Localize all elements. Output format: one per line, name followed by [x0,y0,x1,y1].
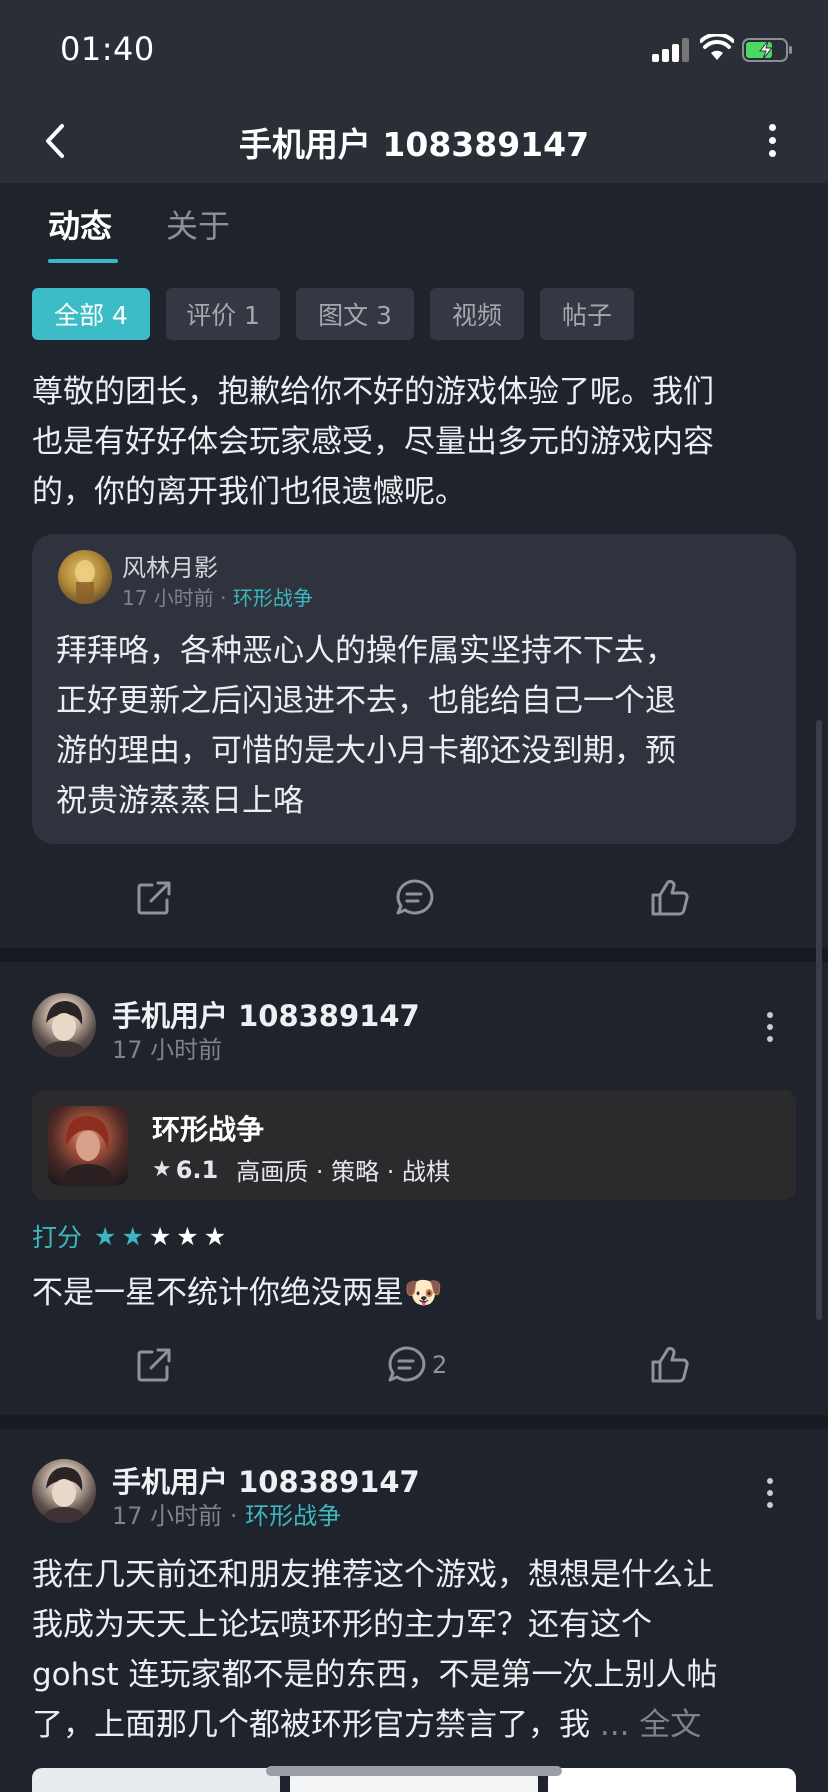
scrollbar[interactable] [816,720,822,1320]
text-line: 也是有好好体会玩家感受，尽量出多元的游戏内容 [32,424,714,460]
dog-emoji: 🐶 [404,1275,443,1311]
game-card[interactable]: 环形战争 ★ 6.1 高画质 · 策略 · 战棋 [32,1090,796,1200]
text-line: 了，上面那几个都被环形官方禁言了，我 [32,1707,590,1743]
post-reply-text: 尊敬的团长，抱歉给你不好的游戏体验了呢。我们 也是有好好体会玩家感受，尽量出多元… [32,367,812,517]
image-thumbnail[interactable] [548,1768,796,1792]
wifi-icon [700,34,734,60]
quote-author[interactable]: 风林月影 [122,548,218,583]
home-indicator [266,1766,562,1776]
filter-video[interactable]: 视频 [430,288,524,340]
comment-button[interactable] [392,873,436,923]
quote-text: 拜拜咯，各种恶心人的操作属实坚持不下去， 正好更新之后闪退进不去，也能给自己一个… [56,626,776,826]
post-author[interactable]: 手机用户 108389147 [112,993,420,1035]
filter-all[interactable]: 全部 4 [32,288,150,340]
rating-stars: ★ ★ ★ ★ ★ [94,1222,231,1251]
divider [0,1415,828,1429]
comment-button[interactable]: 2 [384,1340,447,1390]
rating-row: 打分 ★ ★ ★ ★ ★ [32,1218,231,1254]
star-icon: ★ [148,1221,172,1251]
star-icon: ★ [176,1221,199,1251]
text-line: 的，你的离开我们也很遗憾呢。 [32,474,466,510]
game-link[interactable]: 环形战争 [245,1502,341,1530]
post-text: 我在几天前还和朋友推荐这个游戏，想想是什么让 我成为天天上论坛喷环形的主力军？还… [32,1550,822,1750]
like-icon [651,1346,689,1383]
like-button[interactable] [648,1340,692,1390]
image-thumbnails [32,1760,796,1792]
tab-active-indicator [48,259,118,263]
quote-game-link[interactable]: 环形战争 [233,586,313,610]
game-info: ★ 6.1 高画质 · 策略 · 战棋 [152,1152,450,1187]
game-icon [48,1106,128,1186]
game-name: 环形战争 [152,1113,265,1146]
like-icon [651,879,689,916]
avatar[interactable] [32,993,96,1057]
star-icon: ★ [121,1221,144,1251]
post-meta: 17 小时前 · 环形战争 [112,1496,341,1531]
text-line: 拜拜咯，各种恶心人的操作属实坚持不下去， [56,633,676,669]
like-button[interactable] [648,873,692,923]
page-title: 手机用户 108389147 [238,125,590,164]
share-button[interactable] [132,873,176,923]
quote-time: 17 小时前 [122,586,214,610]
post2-actions: 2 [0,1340,828,1400]
status-bar: 01:40 [0,0,828,100]
star-icon: ★ [152,1157,172,1182]
image-thumbnail[interactable] [32,1768,280,1792]
comment-icon [388,1346,426,1382]
quote-meta: 17 小时前 · 环形战争 [122,582,313,611]
cellular-signal-icon [652,38,690,62]
nav-bar: 手机用户 108389147 [0,100,828,183]
text-line: 游的理由，可惜的是大小月卡都还没到期，预 [56,733,676,769]
share-icon [137,881,171,915]
text-line: gohst 连玩家都不是的东西，不是第一次上别人帖 [32,1657,718,1693]
tab-feed[interactable]: 动态 [48,201,112,247]
star-icon: ★ [94,1221,117,1251]
battery-charging-icon [742,38,792,62]
separator-dot: · [220,586,227,610]
text-line: 正好更新之后闪退进不去，也能给自己一个退 [56,683,676,719]
filter-posts[interactable]: 帖子 [540,288,634,340]
post-time: 17 小时前 [112,1036,223,1064]
filter-reviews[interactable]: 评价 1 [166,288,280,340]
divider [0,948,828,962]
post-time: 17 小时前 [112,1502,223,1530]
rating-label: 打分 [32,1223,83,1252]
header: 01:40 手机用户 108389147 [0,0,828,183]
text-line: 祝贵游蒸蒸日上咯 [56,783,304,819]
share-icon [137,1348,171,1382]
text-line: 我成为天天上论坛喷环形的主力军？还有这个 [32,1607,652,1643]
more-vertical-icon[interactable] [758,1008,782,1048]
tab-bar: 动态 关于 [0,183,828,273]
game-tags: 高画质 · 策略 · 战棋 [236,1158,451,1186]
filter-image-text[interactable]: 图文 3 [296,288,414,340]
post1-actions [0,873,828,933]
star-icon: ★ [203,1221,227,1251]
avatar[interactable] [32,1459,96,1523]
share-button[interactable] [132,1340,176,1390]
read-full-link[interactable]: ... 全文 [600,1707,701,1743]
comment-count: 2 [432,1351,448,1379]
game-score: 6.1 [175,1155,219,1184]
review-text: 不是一星不统计你绝没两星🐶 [32,1268,812,1318]
post-author[interactable]: 手机用户 108389147 [112,1459,420,1501]
review-text-content: 不是一星不统计你绝没两星 [32,1275,404,1311]
quoted-review-card[interactable]: 风林月影 17 小时前 · 环形战争 拜拜咯，各种恶心人的操作属实坚持不下去， … [32,534,796,844]
separator-dot: · [229,1502,238,1530]
tab-about[interactable]: 关于 [166,201,230,247]
more-vertical-icon[interactable] [760,120,784,160]
more-vertical-icon[interactable] [758,1474,782,1514]
status-time: 01:40 [60,30,155,68]
avatar[interactable] [58,550,112,604]
text-line: 我在几天前还和朋友推荐这个游戏，想想是什么让 [32,1557,714,1593]
text-line: 尊敬的团长，抱歉给你不好的游戏体验了呢。我们 [32,374,714,410]
comment-icon [396,879,434,915]
